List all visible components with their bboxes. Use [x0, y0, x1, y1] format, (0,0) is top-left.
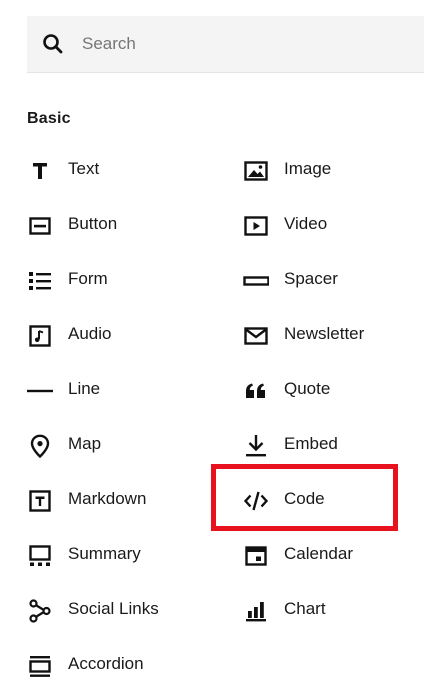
summary-icon	[27, 543, 53, 569]
map-pin-icon	[27, 433, 53, 459]
block-code[interactable]: Code	[243, 473, 423, 528]
search-icon	[41, 32, 65, 56]
block-accordion[interactable]: Accordion	[27, 638, 217, 684]
section-title-basic: Basic	[27, 110, 71, 127]
audio-icon	[27, 323, 53, 349]
line-icon	[27, 378, 53, 404]
block-audio[interactable]: Audio	[27, 308, 217, 363]
image-icon	[243, 158, 269, 184]
block-label: Map	[68, 434, 102, 453]
block-label: Markdown	[68, 489, 147, 508]
block-embed[interactable]: Embed	[243, 418, 423, 473]
button-icon	[27, 213, 53, 239]
block-calendar[interactable]: Calendar	[243, 528, 423, 583]
chart-icon	[243, 598, 269, 624]
block-text[interactable]: Text	[27, 143, 217, 198]
block-label: Spacer	[284, 269, 338, 288]
search-bar[interactable]	[27, 16, 424, 73]
code-icon	[243, 488, 269, 514]
form-icon	[27, 268, 53, 294]
block-label: Text	[68, 159, 100, 178]
block-label: Social Links	[68, 599, 159, 618]
block-label: Chart	[284, 599, 326, 618]
block-label: Summary	[68, 544, 141, 563]
block-chart[interactable]: Chart	[243, 583, 423, 638]
block-picker-panel: Basic Text Button	[0, 0, 437, 684]
block-label: Calendar	[284, 544, 353, 563]
block-label: Audio	[68, 324, 112, 343]
quote-icon	[243, 378, 269, 404]
block-summary[interactable]: Summary	[27, 528, 217, 583]
block-label: Line	[68, 379, 101, 398]
spacer-icon	[243, 268, 269, 294]
embed-icon	[243, 433, 269, 459]
block-label: Newsletter	[284, 324, 365, 343]
block-markdown[interactable]: Markdown	[27, 473, 217, 528]
newsletter-icon	[243, 323, 269, 349]
accordion-icon	[27, 653, 53, 679]
social-links-icon	[27, 598, 53, 624]
text-icon	[27, 158, 53, 184]
block-map[interactable]: Map	[27, 418, 217, 473]
block-video[interactable]: Video	[243, 198, 423, 253]
block-label: Form	[68, 269, 108, 288]
block-form[interactable]: Form	[27, 253, 217, 308]
block-label: Image	[284, 159, 332, 178]
block-label: Code	[284, 489, 325, 508]
block-newsletter[interactable]: Newsletter	[243, 308, 423, 363]
block-label: Quote	[284, 379, 331, 398]
block-quote[interactable]: Quote	[243, 363, 423, 418]
search-input[interactable]	[82, 28, 402, 60]
markdown-icon	[27, 488, 53, 514]
video-icon	[243, 213, 269, 239]
block-label: Button	[68, 214, 118, 233]
block-button[interactable]: Button	[27, 198, 217, 253]
block-label: Embed	[284, 434, 338, 453]
block-spacer[interactable]: Spacer	[243, 253, 423, 308]
block-line[interactable]: Line	[27, 363, 217, 418]
block-label: Accordion	[68, 654, 144, 673]
block-social-links[interactable]: Social Links	[27, 583, 217, 638]
block-image[interactable]: Image	[243, 143, 423, 198]
block-label: Video	[284, 214, 328, 233]
calendar-icon	[243, 543, 269, 569]
